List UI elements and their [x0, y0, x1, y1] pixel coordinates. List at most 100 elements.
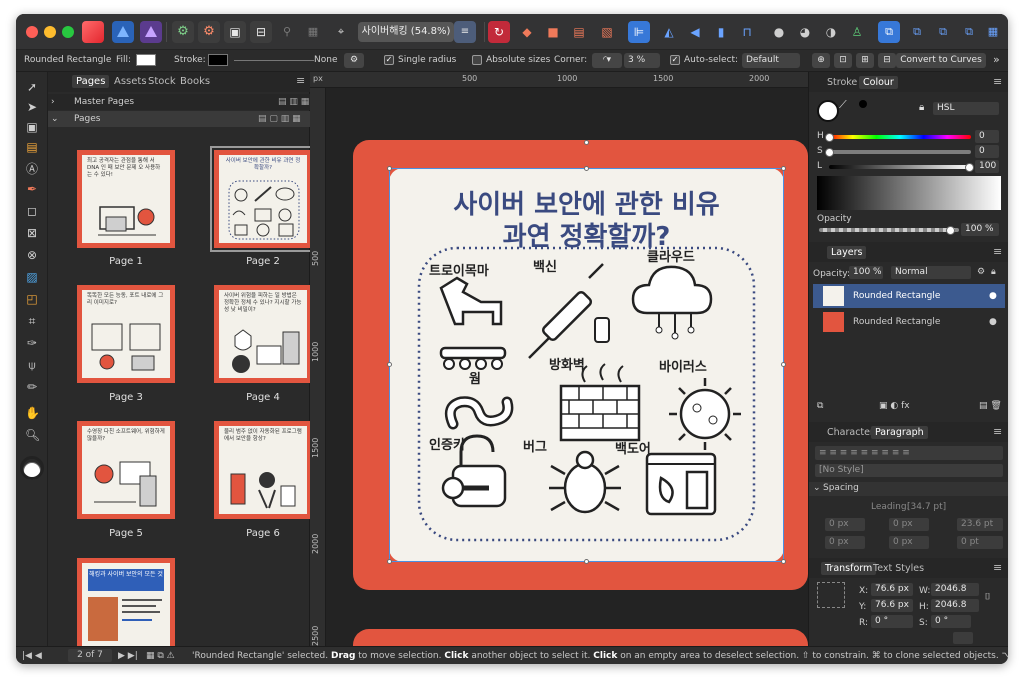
boolean-add-icon[interactable]: ●	[768, 21, 790, 43]
corner-type-dropdown[interactable]: ◜▾	[592, 53, 622, 68]
tab-stroke[interactable]: Stroke	[827, 77, 857, 88]
resize-handle[interactable]	[387, 559, 392, 564]
corner-value-field[interactable]: 3 %	[624, 53, 660, 68]
panel-menu-icon[interactable]: ≡	[993, 561, 1002, 574]
stroke-none-value[interactable]: None	[314, 55, 337, 65]
arrange-forward-icon[interactable]: ⧉	[906, 21, 928, 43]
layer-visibility-icon[interactable]: ●	[989, 284, 997, 308]
fill-color-preview[interactable]	[817, 100, 839, 122]
page-thumbnail-5[interactable]: 수영장 다친 소프트웨어, 위험하게 많을까?	[77, 421, 175, 519]
ellipse-frame-tool-icon[interactable]: ⊗	[25, 248, 39, 262]
view-options-icon[interactable]: ▦ ⧉ ⚠	[146, 647, 175, 664]
fill-tool-icon[interactable]: ✑	[25, 336, 39, 350]
zoom-tool-icon[interactable]: 🔍︎	[25, 428, 40, 442]
spacing-header[interactable]: ⌄ Spacing	[809, 482, 1008, 496]
resize-handle[interactable]	[781, 559, 786, 564]
baseline-field-2[interactable]: 0 pt	[957, 536, 1003, 549]
panel-menu-icon[interactable]: ≡	[993, 245, 1002, 258]
s-value[interactable]: 0	[975, 145, 999, 158]
mask-icon[interactable]: ▣ ◐ fx	[879, 401, 910, 411]
lock-aspect-icon[interactable]: ⌷	[985, 592, 990, 602]
text-flow-icon[interactable]: ≡	[454, 21, 476, 43]
color-model-dropdown[interactable]: HSL	[933, 102, 999, 115]
pen-tool-icon[interactable]: ✒	[25, 182, 39, 196]
resize-handle[interactable]	[584, 140, 589, 145]
master-options-icon[interactable]: ▤ ▥ ▦	[278, 94, 309, 110]
pages-header[interactable]: ⌄ Pages ▤ ▢ ▥ ▦	[48, 111, 310, 127]
boolean-intersect-icon[interactable]: ◑	[820, 21, 842, 43]
blend-mode-dropdown[interactable]: Normal	[891, 266, 971, 279]
page-2-spread[interactable]: 사이버 보안에 관한 비유 과연 정확할까? 트로이목마 백신 클라우드 웜 방…	[353, 140, 808, 590]
resize-handle[interactable]	[584, 559, 589, 564]
resize-handle[interactable]	[387, 166, 392, 171]
first-page-icon[interactable]: |◀ ◀	[22, 647, 42, 664]
hand-tool-icon[interactable]: ✋	[25, 406, 40, 420]
insert-inside-icon[interactable]: ■	[542, 21, 564, 43]
color-picker-tool-icon[interactable]: ✏	[25, 380, 39, 394]
settings-icon[interactable]: ⚙	[172, 21, 194, 43]
tab-text-styles[interactable]: Text Styles	[873, 563, 924, 574]
flip-vertical-icon[interactable]: ◀	[684, 21, 706, 43]
resize-handle[interactable]	[781, 166, 786, 171]
tab-stock[interactable]: Stock	[148, 76, 176, 87]
next-page-icon[interactable]: ▶ ▶|	[118, 647, 138, 664]
link-icon[interactable]: ⌖	[330, 21, 352, 43]
h-value[interactable]: 0	[975, 130, 999, 143]
frame-text-tool-icon[interactable]: ▣	[25, 120, 39, 134]
x-field[interactable]: 76.6 px	[871, 583, 913, 596]
arrange-backward-icon[interactable]: ⧉	[932, 21, 954, 43]
layer-row-1[interactable]: Rounded Rectangle ●	[813, 284, 1005, 308]
rotate-left-icon[interactable]: ▮	[710, 21, 732, 43]
spread-icon[interactable]: ▣	[224, 21, 246, 43]
panel-menu-icon[interactable]: ≡	[296, 74, 305, 87]
h-field[interactable]: 2046.8 px	[931, 599, 979, 623]
callout-tool-icon[interactable]: ◻	[25, 204, 39, 218]
image-tool-icon[interactable]: ◰	[25, 292, 39, 306]
arrange-front-icon[interactable]: ⧉	[878, 21, 900, 43]
space-after-field[interactable]: 0 px	[889, 536, 929, 549]
page-options-icon[interactable]: ▤ ▢ ▥ ▦	[258, 111, 301, 127]
transform-options-icon[interactable]	[953, 632, 973, 644]
layer-settings-gear-icon[interactable]: ⚙	[977, 267, 985, 277]
page-3-spread[interactable]	[353, 629, 808, 646]
tab-pages[interactable]: Pages	[72, 75, 110, 88]
stroke-width-slider[interactable]	[234, 60, 314, 61]
lock-icon[interactable]: 🔒︎	[919, 102, 924, 113]
table-tool-icon[interactable]: ▤	[25, 140, 39, 154]
align-distribute-icon[interactable]: ⊡	[834, 53, 852, 68]
layer-opacity-value[interactable]: 100 %	[849, 266, 883, 279]
resize-handle[interactable]	[781, 362, 786, 367]
resize-handle[interactable]	[584, 166, 589, 171]
document-title[interactable]: 사이버해킹 (54.8%)	[358, 22, 454, 42]
page-thumbnail-1[interactable]: 최고 공격자는 관점을 통해 서 DNA 인 때 보안 문제 오 사용하는 수 …	[77, 150, 175, 248]
rectangle-frame-tool-icon[interactable]: ⊠	[25, 226, 39, 240]
table-icon[interactable]: ▦	[302, 21, 324, 43]
user-icon[interactable]: ♙	[846, 21, 868, 43]
flip-horizontal-icon[interactable]: ◭	[658, 21, 680, 43]
leading-value[interactable]: [34.7 pt]	[907, 502, 946, 512]
opacity-value[interactable]: 100 %	[961, 223, 999, 236]
single-radius-checkbox[interactable]: ✓	[384, 55, 394, 65]
color-gradient-bar[interactable]	[817, 176, 1001, 210]
page-counter[interactable]: 2 of 7	[68, 649, 112, 662]
horizontal-ruler[interactable]: px 500 1000 1500 2000	[310, 72, 808, 88]
master-icon[interactable]: ⊟	[250, 21, 272, 43]
panel-menu-icon[interactable]: ≡	[993, 425, 1002, 438]
fill-swatch[interactable]	[136, 54, 156, 66]
tab-paragraph[interactable]: Paragraph	[871, 426, 928, 439]
move-tool-icon[interactable]: ➚	[25, 80, 39, 94]
opacity-slider-knob[interactable]	[946, 226, 955, 235]
stroke-color-preview[interactable]	[859, 100, 867, 108]
auto-select-dropdown[interactable]: Default	[742, 53, 800, 68]
stroke-settings-gear-icon[interactable]: ⚙	[344, 53, 364, 68]
opacity-slider[interactable]	[819, 228, 959, 232]
rotation-field[interactable]: 0 °	[871, 615, 913, 628]
layer-row-2[interactable]: Rounded Rectangle ●	[813, 310, 1005, 334]
anchor-point-selector[interactable]	[817, 582, 845, 608]
saturation-slider[interactable]	[829, 150, 971, 154]
hue-slider[interactable]	[829, 135, 971, 139]
publisher-persona-icon[interactable]	[82, 21, 104, 43]
designer-persona-icon[interactable]	[112, 21, 134, 43]
panel-menu-icon[interactable]: ≡	[993, 75, 1002, 88]
baseline-field[interactable]: 23.6 pt	[957, 518, 1003, 531]
